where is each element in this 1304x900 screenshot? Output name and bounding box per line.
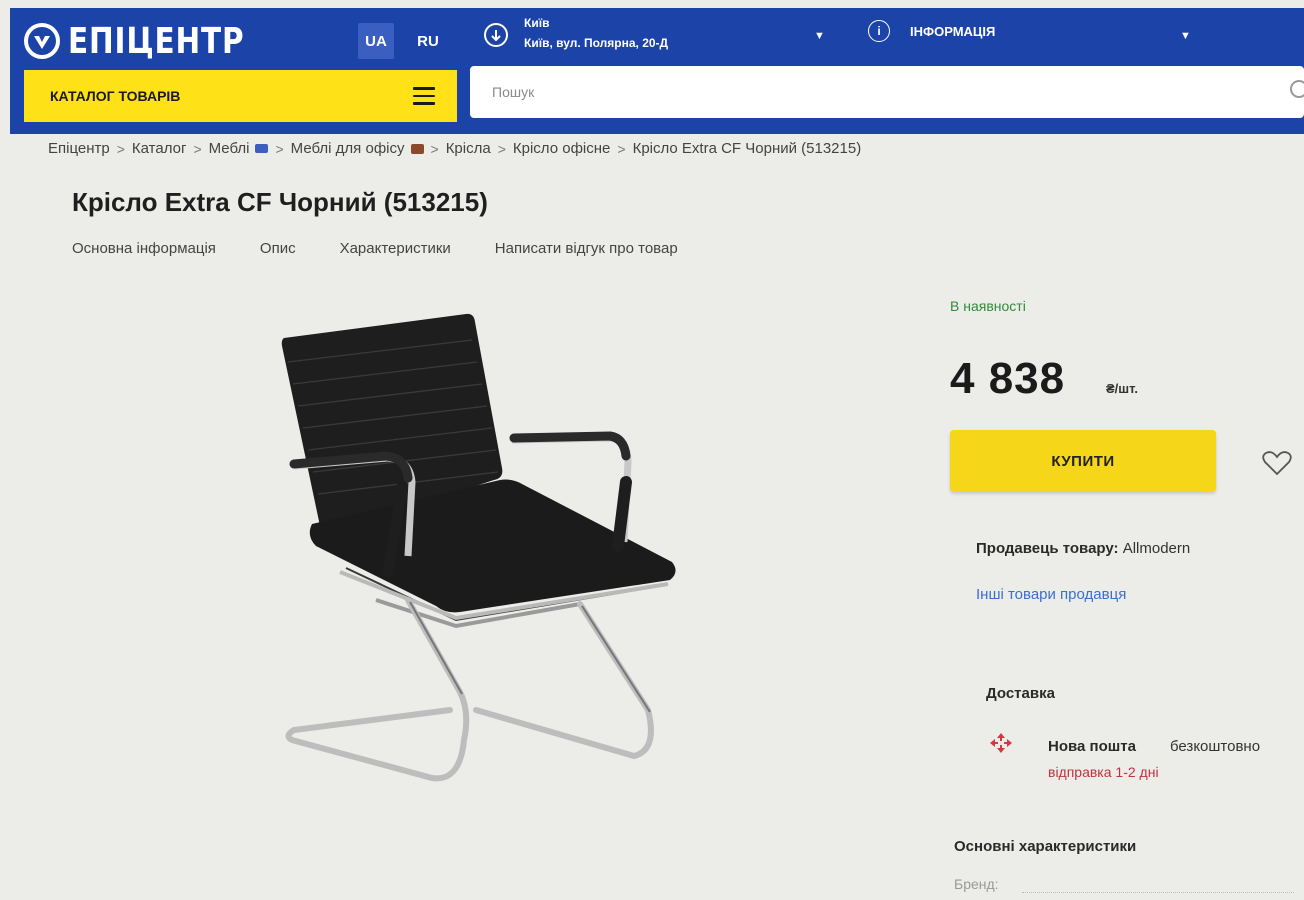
buy-button[interactable]: КУПИТИ <box>950 430 1216 492</box>
location-address[interactable]: Київ, вул. Полярна, 20-Д <box>524 36 668 50</box>
breadcrumb-item[interactable]: Крісла <box>446 140 491 157</box>
search-icon[interactable] <box>1290 80 1304 98</box>
breadcrumb: Епіцентр > Каталог > Меблі > Меблі для о… <box>48 140 861 157</box>
search-input[interactable] <box>470 66 1304 118</box>
delivery-heading: Доставка <box>986 685 1055 702</box>
site-logo[interactable]: ЕПІЦЕНТР <box>24 18 283 64</box>
product-tabs: Основна інформація Опис Характеристики Н… <box>72 240 678 257</box>
location-icon[interactable] <box>484 23 508 47</box>
breadcrumb-item[interactable]: Крісло офісне <box>513 140 611 157</box>
chevron-down-icon[interactable]: ▼ <box>814 30 825 42</box>
price-value: 4 838 <box>950 354 1066 403</box>
breadcrumb-item[interactable]: Меблі для офісу <box>291 140 405 157</box>
logo-text: ЕПІЦЕНТР <box>68 20 245 62</box>
tab-description[interactable]: Опис <box>260 240 296 257</box>
delivery-time: відправка 1-2 дні <box>1048 764 1159 780</box>
catalog-button[interactable]: КАТАЛОГ ТОВАРІВ <box>24 70 457 122</box>
briefcase-icon <box>410 143 424 154</box>
breadcrumb-separator: > <box>116 140 125 157</box>
info-menu[interactable]: ІНФОРМАЦІЯ <box>910 24 995 39</box>
seller-info: Продавець товару: Allmodern <box>976 540 1190 557</box>
breadcrumb-separator: > <box>275 140 284 157</box>
product-image[interactable] <box>260 300 700 810</box>
breadcrumb-separator: > <box>497 140 506 157</box>
lang-ru-button[interactable]: RU <box>410 23 446 59</box>
delivery-cost: безкоштовно <box>1170 738 1261 755</box>
tab-main-info[interactable]: Основна інформація <box>72 240 216 257</box>
breadcrumb-separator: > <box>430 140 439 157</box>
logo-mark-icon <box>24 23 60 59</box>
price-unit: ₴/шт. <box>1106 381 1138 396</box>
page-title: Крісло Extra CF Чорний (513215) <box>72 187 488 217</box>
info-icon[interactable]: i <box>868 20 890 42</box>
breadcrumb-item[interactable]: Епіцентр <box>48 140 110 157</box>
heart-icon[interactable] <box>1262 450 1292 476</box>
seller-label: Продавець товару: <box>976 540 1119 557</box>
search-box <box>470 66 1304 118</box>
brand-divider <box>1022 892 1294 893</box>
tab-characteristics[interactable]: Характеристики <box>340 240 451 257</box>
breadcrumb-item[interactable]: Каталог <box>132 140 187 157</box>
site-header: ЕПІЦЕНТР UA RU Київ Київ, вул. Полярна, … <box>10 8 1304 134</box>
brand-label: Бренд: <box>954 876 999 892</box>
delivery-carrier: Нова пошта <box>1048 738 1136 755</box>
location-city[interactable]: Київ <box>524 16 549 30</box>
seller-other-products-link[interactable]: Інші товари продавця <box>976 586 1126 603</box>
catalog-button-label: КАТАЛОГ ТОВАРІВ <box>50 88 181 104</box>
nova-poshta-icon <box>990 733 1012 753</box>
stock-status: В наявності <box>950 298 1026 314</box>
chevron-down-icon[interactable]: ▼ <box>1180 30 1191 42</box>
sofa-icon <box>255 144 269 153</box>
lang-ua-button[interactable]: UA <box>358 23 394 59</box>
characteristics-heading: Основні характеристики <box>954 838 1137 855</box>
breadcrumb-item[interactable]: Меблі <box>209 140 250 157</box>
breadcrumb-separator: > <box>617 140 626 157</box>
seller-name[interactable]: Allmodern <box>1123 540 1191 557</box>
breadcrumb-separator: > <box>193 140 202 157</box>
tab-write-review[interactable]: Написати відгук про товар <box>495 240 678 257</box>
breadcrumb-current: Крісло Extra CF Чорний (513215) <box>632 140 862 157</box>
burger-menu-icon <box>413 87 435 105</box>
